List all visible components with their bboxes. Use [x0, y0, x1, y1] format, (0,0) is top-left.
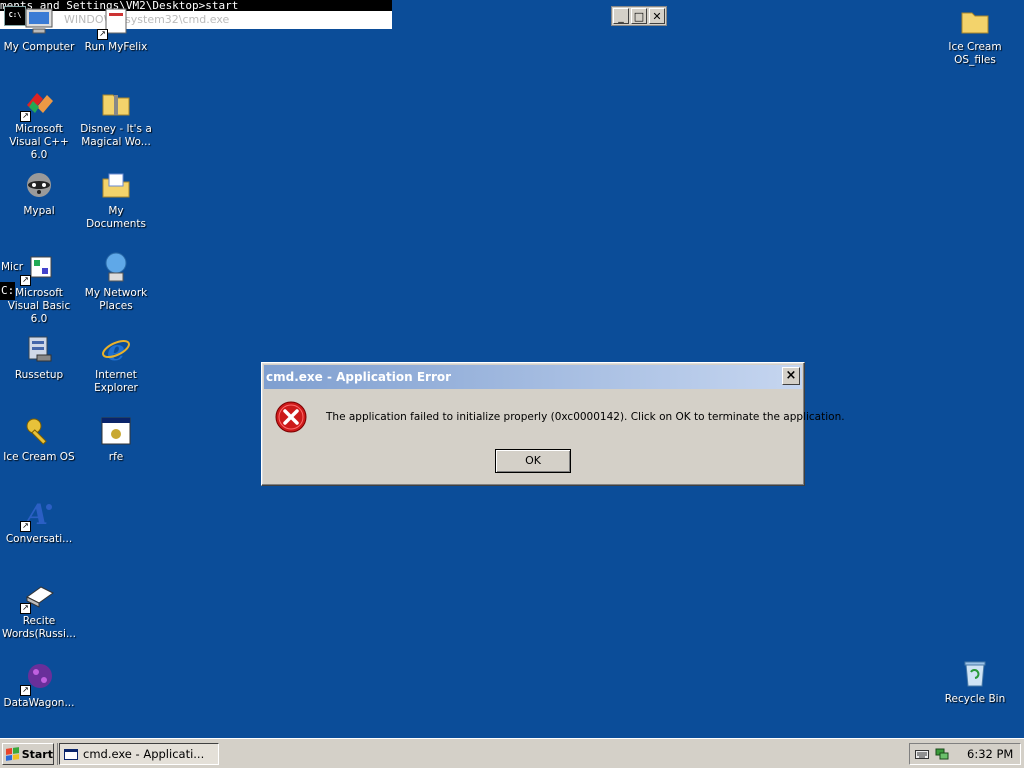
desktop-icon-mypal[interactable]: Mypal	[0, 168, 78, 218]
desktop-icon-rfe[interactable]: rfe	[77, 414, 155, 464]
desktop-icon-network-places[interactable]: My Network Places	[77, 250, 155, 313]
error-icon	[275, 401, 307, 433]
windows-logo-icon	[6, 747, 19, 761]
system-tray: 6:32 PM	[909, 743, 1021, 765]
desktop-icon-conversation[interactable]: A ↗ Conversati...	[0, 496, 78, 546]
key-icon	[22, 414, 56, 448]
clock[interactable]: 6:32 PM	[967, 747, 1013, 761]
desktop-icon-russetup[interactable]: Russetup	[0, 332, 78, 382]
start-button[interactable]: Start	[2, 743, 54, 765]
error-dialog: cmd.exe - Application Error × The applic…	[261, 362, 845, 486]
computer-icon	[22, 4, 56, 38]
dialog-close-button[interactable]: ×	[782, 367, 800, 385]
desktop-icon-my-documents[interactable]: My Documents	[77, 168, 155, 231]
recycle-bin-icon	[958, 656, 992, 690]
taskbar-button-label: cmd.exe - Applicati...	[83, 747, 205, 761]
taskbar: Start cmd.exe - Applicati... 6:32 PM	[0, 738, 1024, 768]
start-label: Start	[21, 747, 53, 761]
maximize-button[interactable]: □	[631, 8, 647, 24]
desktop-icon-disney[interactable]: Disney - It's a Magical Wo...	[77, 86, 155, 149]
desktop-icon-internet-explorer[interactable]: e Internet Explorer	[77, 332, 155, 395]
ok-button[interactable]: OK	[495, 449, 571, 473]
console-window-controls: _ □ ✕	[611, 6, 667, 26]
minimize-button[interactable]: _	[613, 8, 629, 24]
desktop-icon-run-myfelix[interactable]: ↗ Run MyFelix	[77, 4, 155, 54]
svg-text:e: e	[107, 334, 125, 365]
network-status-icon[interactable]	[935, 748, 949, 760]
desktop[interactable]: ments and Settings\VM2\Desktop>start WIN…	[0, 0, 1024, 738]
folder-icon	[958, 4, 992, 38]
network-icon	[99, 250, 133, 284]
app-window-icon	[99, 414, 133, 448]
visual-cpp-icon: ↗	[20, 86, 56, 122]
close-button[interactable]: ✕	[649, 8, 665, 24]
desktop-icon-my-computer[interactable]: My Computer	[0, 4, 78, 54]
dialog-title: cmd.exe - Application Error	[266, 370, 452, 384]
setup-icon	[22, 332, 56, 366]
datawagon-icon: ↗	[20, 660, 56, 696]
ie-icon: e	[99, 332, 133, 366]
desktop-icon-visual-cpp[interactable]: ↗ Microsoft Visual C++ 6.0	[0, 86, 78, 162]
dialog-titlebar[interactable]: cmd.exe - Application Error ×	[264, 365, 802, 389]
desktop-icon-ice-cream-os[interactable]: Ice Cream OS	[0, 414, 78, 464]
zip-folder-icon	[99, 86, 133, 120]
taskbar-button-cmd-error[interactable]: cmd.exe - Applicati...	[59, 743, 219, 765]
overlapping-label-fragment: Micr	[1, 261, 24, 273]
book-icon: ↗	[20, 578, 56, 614]
dialog-message: The application failed to initialize pro…	[326, 411, 845, 423]
desktop-icon-recycle-bin[interactable]: Recycle Bin	[936, 656, 1014, 706]
raccoon-icon	[22, 168, 56, 202]
keyboard-icon[interactable]	[915, 748, 929, 760]
desktop-icon-ice-cream-os-files[interactable]: Ice Cream OS_files	[936, 4, 1014, 67]
visual-basic-icon: ↗	[20, 250, 56, 286]
desktop-icon-datawagon[interactable]: ↗ DataWagon...	[0, 660, 78, 710]
desktop-icon-recite-words[interactable]: ↗ Recite Words(Russi...	[0, 578, 78, 641]
window-icon	[64, 748, 78, 760]
documents-folder-icon	[99, 168, 133, 202]
agent-icon: A ↗	[20, 496, 56, 532]
console-prompt-fragment: C:	[0, 282, 16, 300]
shortcut-icon: ↗	[97, 4, 133, 40]
